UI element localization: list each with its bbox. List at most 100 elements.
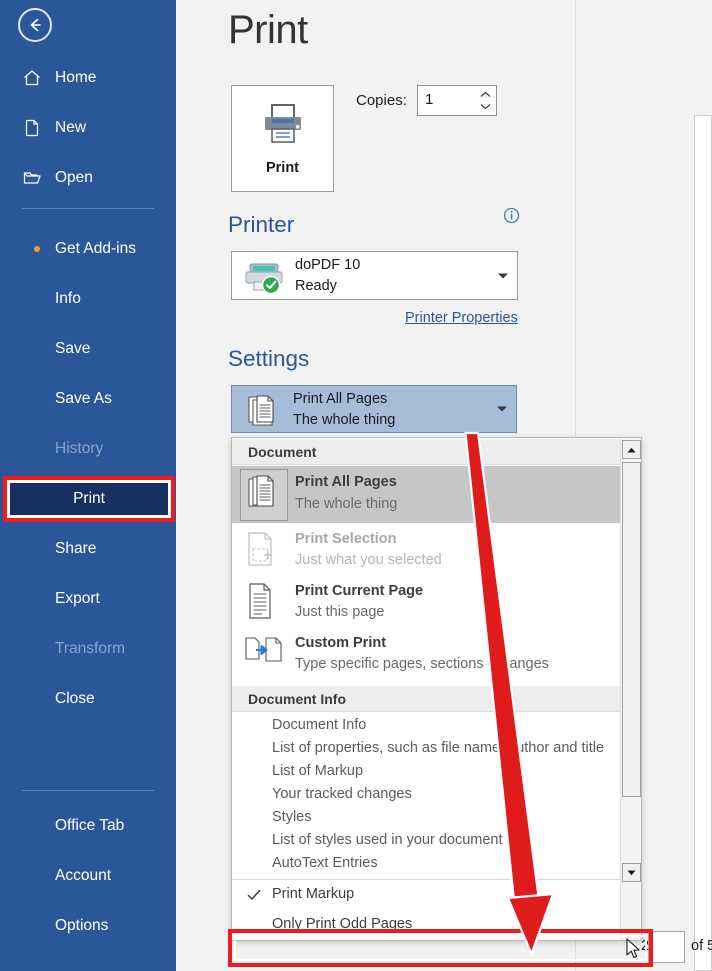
dropdown-check-label: Print Markup [272, 886, 355, 902]
sidebar-item-history: History [0, 431, 176, 467]
dropdown-group-label: Document [248, 443, 317, 460]
copies-label: Copies: [356, 92, 407, 109]
page-title: Print [228, 8, 308, 52]
printer-device-icon [242, 260, 290, 299]
dropdown-item-desc: Just what you selected [295, 552, 442, 568]
sidebar-item-transform: Transform [0, 631, 176, 667]
dropdown-item-print-all-pages[interactable]: Print All Pages The whole thing [232, 466, 620, 523]
print-range-dropdown: Document Print All Pages The whole thing… [231, 437, 642, 941]
dropdown-item-autotext-entries[interactable]: AutoText Entries [232, 854, 620, 878]
page-total: of 5 [691, 938, 712, 954]
sidebar-item-save-as[interactable]: Save As [0, 381, 176, 417]
info-circle-icon[interactable] [503, 207, 520, 224]
sidebar-item-share[interactable]: Share [0, 531, 176, 567]
sidebar-item-label: Open [55, 169, 93, 186]
dropdown-item-desc: The whole thing [295, 496, 398, 512]
sidebar-item-label: Office Tab [55, 817, 125, 834]
dropdown-item-title: Print Current Page [295, 583, 424, 599]
page-icon [22, 118, 42, 138]
printer-select[interactable]: doPDF 10 Ready [231, 251, 518, 300]
dropdown-line-label: List of properties, such as file name, a… [272, 740, 605, 756]
sidebar-item-label: History [55, 440, 104, 457]
sidebar-item-home[interactable]: Home [0, 60, 176, 96]
sidebar-item-options[interactable]: Options [0, 908, 176, 944]
print-button[interactable]: Print [231, 85, 334, 192]
sidebar-item-print[interactable]: Print [10, 483, 168, 515]
dropdown-item-custom-print[interactable]: Custom Print Type specific pages, sectio… [232, 629, 620, 681]
printer-properties-link[interactable]: Printer Properties [405, 310, 518, 326]
sidebar-item-label: Print [73, 490, 105, 507]
dropdown-item-print-markup[interactable]: Print Markup [232, 881, 620, 911]
page-current: 2 [641, 938, 650, 954]
print-range-primary: Print All Pages [293, 391, 388, 407]
dropdown-item-document-info[interactable]: Document Info [232, 716, 620, 740]
dropdown-line-label: List of styles used in your document [272, 832, 503, 848]
sidebar-item-office-tab[interactable]: Office Tab [0, 808, 176, 844]
sidebar-item-label: Get Add-ins [55, 240, 136, 257]
sidebar-item-label: Home [55, 69, 97, 86]
print-range-select[interactable]: Print All Pages The whole thing [231, 385, 517, 433]
dropdown-item-desc: Type specific pages, sections or ranges [295, 656, 549, 672]
sidebar-item-close[interactable]: Close [0, 681, 176, 717]
dropdown-scrollbar[interactable] [620, 438, 641, 940]
chevron-down-icon[interactable] [498, 273, 508, 278]
dropdown-item-title: Custom Print [295, 635, 387, 651]
scroll-up-button[interactable] [622, 440, 641, 459]
dropdown-item-print-selection: Print Selection Just what you selected [232, 525, 620, 577]
printer-status: Ready [295, 278, 337, 294]
print-range-secondary: The whole thing [293, 412, 396, 428]
sidebar-item-label: Save As [55, 390, 112, 407]
scrollbar-thumb[interactable] [622, 462, 641, 797]
sidebar-item-save[interactable]: Save [0, 331, 176, 367]
sidebar-item-new[interactable]: New [0, 110, 176, 146]
copies-stepper[interactable]: 1 [417, 85, 497, 116]
sidebar-item-label: Options [55, 917, 109, 934]
dropdown-item-document-info-desc[interactable]: List of properties, such as file name, a… [232, 739, 620, 763]
sidebar-item-label: Info [55, 290, 81, 307]
scroll-down-button[interactable] [622, 863, 641, 882]
dropdown-divider [232, 879, 620, 880]
sidebar-item-label: Export [55, 590, 100, 607]
dropdown-line-label: Document Info [272, 717, 367, 733]
printer-section-title: Printer [228, 212, 295, 237]
dropdown-item-styles-desc[interactable]: List of styles used in your document [232, 831, 620, 855]
chevron-down-icon[interactable] [497, 406, 507, 412]
printer-icon [259, 101, 307, 150]
sidebar-item-account[interactable]: Account [0, 858, 176, 894]
sidebar-item-label: Account [55, 867, 112, 884]
sidebar-item-label: Transform [55, 640, 126, 657]
dropdown-item-title: Print All Pages [295, 474, 397, 490]
dropdown-item-desc: Just this page [295, 604, 385, 620]
page-number-input[interactable] [648, 931, 685, 963]
sidebar-item-export[interactable]: Export [0, 581, 176, 617]
dropdown-line-label: Your tracked changes [272, 786, 412, 802]
selection-icon [244, 529, 284, 573]
print-backstage-screen: Home New Open Get Add-ins Info Save Save… [0, 0, 712, 971]
dropdown-item-list-of-markup[interactable]: List of Markup [232, 762, 620, 786]
sidebar-item-info[interactable]: Info [0, 281, 176, 317]
sidebar-item-label: Close [55, 690, 95, 707]
sidebar-item-open[interactable]: Open [0, 160, 176, 196]
dropdown-group-document: Document [232, 439, 620, 465]
dropdown-line-label: List of Markup [272, 763, 364, 779]
sidebar-item-get-add-ins[interactable]: Get Add-ins [0, 231, 176, 267]
back-arrow-glyph [30, 18, 41, 32]
pages-stack-icon [246, 473, 286, 517]
checkmark-icon [246, 887, 262, 903]
backstage-sidebar: Home New Open Get Add-ins Info Save Save… [0, 0, 176, 971]
print-button-label: Print [265, 160, 300, 176]
back-arrow-icon[interactable] [18, 8, 52, 42]
settings-section-title: Settings [228, 346, 310, 371]
sidebar-item-label: Save [55, 340, 91, 357]
dropdown-item-styles[interactable]: Styles [232, 808, 620, 832]
dropdown-line-label: Styles [272, 809, 312, 825]
custom-print-icon [244, 633, 284, 677]
copies-decrement-icon[interactable] [478, 100, 492, 113]
dropdown-item-list-of-markup-desc[interactable]: Your tracked changes [232, 785, 620, 809]
copies-input[interactable]: 1 [425, 91, 433, 108]
dropdown-item-only-print-odd-pages[interactable]: Only Print Odd Pages [232, 911, 620, 940]
document-preview-page [694, 115, 712, 971]
single-page-icon [244, 581, 284, 625]
dropdown-item-print-current-page[interactable]: Print Current Page Just this page [232, 577, 620, 629]
dropdown-group-label: Document Info [248, 690, 346, 707]
